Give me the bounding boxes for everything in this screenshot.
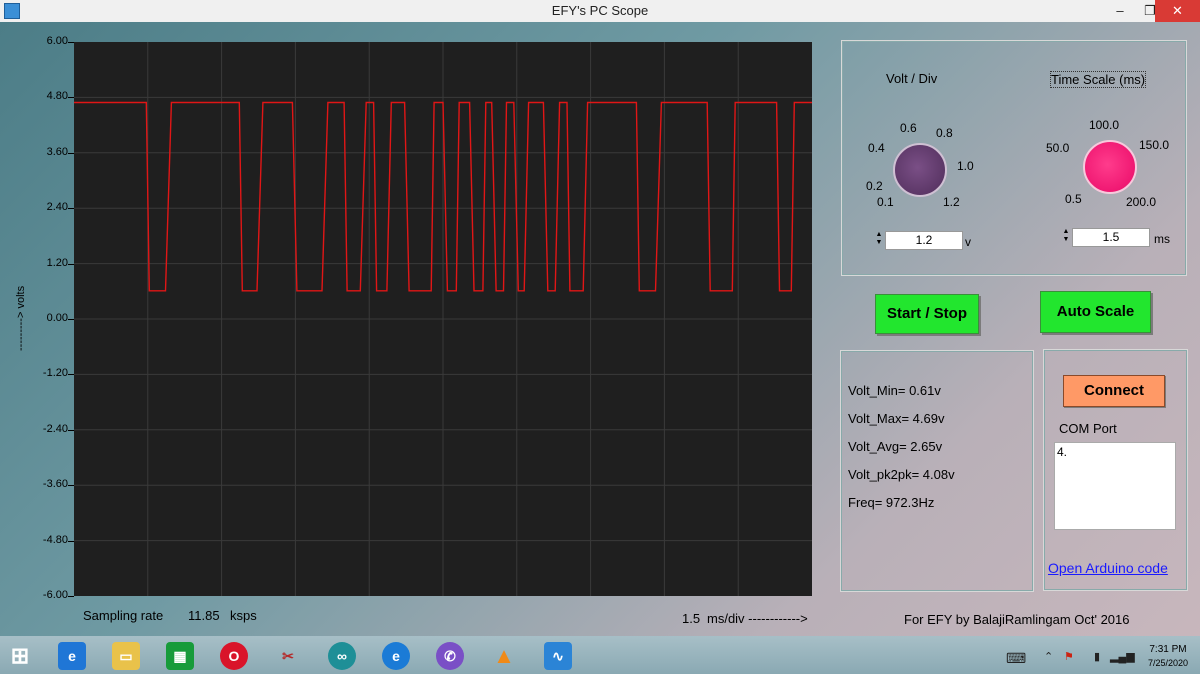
y-tick-label: -1.20 — [42, 367, 68, 380]
y-tick-label: 4.80 — [46, 90, 68, 103]
oscilloscope-plot — [74, 42, 812, 596]
time-scale-input[interactable]: 1.5 — [1072, 228, 1150, 247]
time-tick-200: 200.0 — [1126, 195, 1157, 209]
time-per-div-unit: ms/div ------------> — [707, 611, 808, 626]
y-tick-label: -3.60 — [42, 478, 68, 491]
volt-div-input[interactable]: 1.2 — [885, 231, 963, 250]
vlc-icon[interactable]: ▲ — [490, 642, 518, 670]
edge-icon[interactable]: e — [382, 642, 410, 670]
volt-tick-0-8: 0.8 — [936, 126, 953, 140]
file-explorer-icon[interactable]: ▭ — [112, 642, 140, 670]
com-port-item[interactable]: 4. — [1055, 443, 1175, 461]
windows-start-icon[interactable]: ⊞ — [6, 642, 34, 670]
volt-tick-0-1: 0.1 — [877, 195, 894, 209]
volt-tick-0-2: 0.2 — [866, 179, 883, 193]
window-title: EFY's PC Scope — [551, 3, 649, 18]
y-tick-mark — [68, 596, 74, 597]
volt-spin-arrows[interactable]: ▲ ▼ — [874, 231, 884, 248]
clock-time[interactable]: 7:31 PM — [1140, 644, 1196, 655]
store-icon[interactable]: ▦ — [166, 642, 194, 670]
frequency-readout: Freq= 972.3Hz — [848, 495, 935, 510]
waveform-chart — [74, 42, 812, 596]
open-arduino-code-link[interactable]: Open Arduino code — [1048, 560, 1168, 576]
sampling-rate-value: 11.85 — [188, 608, 220, 623]
com-port-list[interactable]: 4. — [1054, 442, 1176, 530]
time-spin-arrows[interactable]: ▲ ▼ — [1061, 228, 1071, 245]
volt-min-readout: Volt_Min= 0.61v — [848, 383, 941, 398]
y-tick-label: -6.00 — [42, 589, 68, 601]
keyboard-icon[interactable]: ⌨ — [1006, 650, 1026, 667]
signal-icon[interactable]: ▂▄▆ — [1110, 650, 1135, 663]
auto-scale-button[interactable]: Auto Scale — [1040, 291, 1151, 333]
title-bar: EFY's PC Scope – ❐ ✕ — [0, 0, 1200, 22]
volt-tick-1-0: 1.0 — [957, 159, 974, 173]
volt-div-knob[interactable] — [893, 143, 947, 197]
time-per-div-value: 1.5 — [682, 611, 701, 626]
volt-max-readout: Volt_Max= 4.69v — [848, 411, 945, 426]
com-port-label: COM Port — [1059, 421, 1117, 436]
close-button[interactable]: ✕ — [1155, 0, 1200, 22]
volt-tick-0-6: 0.6 — [900, 121, 917, 135]
viber-icon[interactable]: ✆ — [436, 642, 464, 670]
volt-tick-0-4: 0.4 — [868, 141, 885, 155]
battery-icon[interactable]: ▮ — [1094, 650, 1100, 663]
chevron-up-icon[interactable]: ⌃ — [1044, 650, 1053, 663]
credit-text: For EFY by BalajiRamlingam Oct' 2016 — [904, 612, 1130, 627]
y-tick-label: -4.80 — [42, 533, 68, 546]
start-stop-button[interactable]: Start / Stop — [875, 294, 979, 334]
arduino-icon[interactable]: ∞ — [328, 642, 356, 670]
network-icon[interactable]: ⚑ — [1064, 650, 1074, 663]
pc-scope-icon[interactable]: ∿ — [544, 642, 572, 670]
y-axis-label: ---------> volts — [15, 285, 27, 351]
snipping-tool-icon[interactable]: ✂ — [274, 642, 302, 670]
clock-date[interactable]: 7/25/2020 — [1140, 658, 1196, 668]
volt-div-unit: v — [965, 235, 971, 249]
time-tick-0-5: 0.5 — [1065, 192, 1082, 206]
volt-tick-1-2: 1.2 — [943, 195, 960, 209]
volt-avg-readout: Volt_Avg= 2.65v — [848, 439, 943, 454]
time-scale-knob[interactable] — [1083, 140, 1137, 194]
volt-div-label: Volt / Div — [886, 71, 938, 86]
y-tick-label: 1.20 — [46, 256, 68, 269]
internet-explorer-icon[interactable]: e — [58, 642, 86, 670]
sampling-rate-unit: ksps — [230, 608, 257, 623]
y-tick-label: -2.40 — [42, 422, 68, 435]
connect-button[interactable]: Connect — [1063, 375, 1165, 407]
time-tick-150: 150.0 — [1139, 138, 1170, 152]
y-tick-label: 2.40 — [46, 201, 68, 214]
y-tick-label: 3.60 — [46, 145, 68, 158]
time-tick-100: 100.0 — [1089, 118, 1120, 132]
volt-pk2pk-readout: Volt_pk2pk= 4.08v — [848, 467, 955, 482]
opera-icon[interactable]: O — [220, 642, 248, 670]
time-scale-label: Time Scale (ms) — [1050, 71, 1147, 88]
sampling-rate-label: Sampling rate — [83, 608, 164, 623]
y-tick-label: 6.00 — [46, 35, 68, 47]
time-tick-50: 50.0 — [1046, 141, 1070, 155]
y-tick-label: 0.00 — [46, 312, 68, 324]
time-scale-unit: ms — [1154, 232, 1170, 246]
